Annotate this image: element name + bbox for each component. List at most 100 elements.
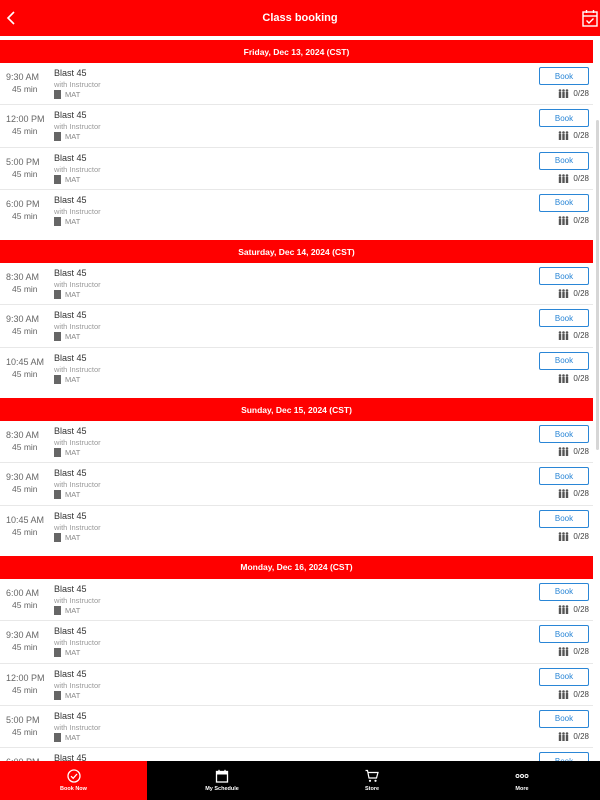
app-header: Class booking bbox=[0, 0, 600, 36]
class-instructor: with Instructor bbox=[54, 322, 101, 332]
capacity-icon bbox=[559, 289, 569, 299]
scrollbar[interactable] bbox=[595, 36, 599, 761]
day-group: Friday, Dec 13, 2024 (CST) 9:30 AM 45 min B… bbox=[0, 40, 600, 232]
room-label: MAT bbox=[65, 490, 81, 500]
class-row[interactable]: 9:30 AM 45 min Blast 45 with Instructor MAT B… bbox=[0, 63, 593, 106]
door-icon bbox=[54, 174, 61, 184]
room-label: MAT bbox=[65, 448, 81, 458]
nav-item-my-schedule[interactable]: My Schedule bbox=[147, 761, 297, 800]
book-button[interactable]: Book bbox=[539, 267, 589, 286]
door-icon bbox=[54, 732, 61, 742]
room-label: MAT bbox=[65, 732, 81, 742]
schedule-list[interactable]: Friday, Dec 13, 2024 (CST) 9:30 AM 45 min B… bbox=[0, 36, 600, 761]
book-button[interactable]: Book bbox=[539, 667, 589, 686]
class-row[interactable]: 8:30 AM 45 min Blast 45 with Instructor MAT B… bbox=[0, 263, 593, 306]
class-duration: 45 min bbox=[12, 526, 38, 537]
class-row[interactable]: 10:45 AM 45 min Blast 45 with Instructor MAT… bbox=[0, 348, 593, 390]
class-row[interactable]: 9:30 AM 45 min Blast 45 with Instructor MAT B… bbox=[0, 463, 593, 506]
book-button[interactable]: Book bbox=[539, 509, 589, 528]
capacity-count: 0/28 bbox=[573, 289, 589, 299]
capacity-count: 0/28 bbox=[573, 89, 589, 98]
class-row[interactable]: 6:00 AM 45 min Blast 45 with Instructor MAT B… bbox=[0, 579, 593, 622]
capacity-icon bbox=[559, 447, 569, 457]
capacity-count: 0/28 bbox=[573, 604, 589, 614]
book-button[interactable]: Book bbox=[539, 709, 589, 728]
capacity-icon bbox=[559, 647, 569, 657]
chevron-left-icon[interactable] bbox=[4, 8, 20, 28]
capacity-icon bbox=[559, 489, 569, 499]
capacity-icon bbox=[559, 531, 569, 541]
class-time: 9:30 AM bbox=[6, 472, 40, 483]
class-row[interactable]: 12:00 PM 45 min Blast 45 with Instructor MAT… bbox=[0, 105, 593, 148]
capacity-icon bbox=[559, 732, 569, 741]
door-icon bbox=[54, 532, 61, 542]
capacity-icon bbox=[559, 216, 569, 225]
capacity-count: 0/28 bbox=[573, 215, 589, 225]
nav-item-store[interactable]: Store bbox=[297, 761, 447, 800]
capacity: 0/28 bbox=[558, 216, 589, 225]
book-button[interactable]: Book bbox=[539, 752, 589, 761]
class-duration: 45 min bbox=[12, 442, 38, 453]
book-button[interactable]: Book bbox=[539, 582, 589, 601]
book-button[interactable]: Book bbox=[539, 351, 589, 370]
class-row[interactable]: 6:00 PM45 minBlast 45with InstructorMATB… bbox=[0, 748, 593, 761]
class-instructor: with Instructor bbox=[54, 722, 101, 732]
book-button[interactable]: Book bbox=[539, 67, 589, 85]
class-name: Blast 45 bbox=[54, 626, 87, 637]
day-header: Saturday, Dec 14, 2024 (CST) bbox=[0, 240, 593, 264]
book-button[interactable]: Book bbox=[539, 425, 589, 444]
door-icon bbox=[54, 648, 61, 658]
class-instructor: with Instructor bbox=[54, 438, 101, 448]
class-time: 9:30 AM bbox=[6, 314, 40, 325]
capacity-icon bbox=[559, 173, 569, 183]
class-row[interactable]: 12:00 PM 45 min Blast 45 with Instructor MAT… bbox=[0, 664, 593, 706]
book-button[interactable]: Book bbox=[539, 467, 589, 486]
class-name: Blast 45 bbox=[54, 583, 87, 594]
capacity-count: 0/28 bbox=[573, 647, 589, 657]
class-name: Blast 45 bbox=[54, 310, 87, 321]
nav-item-book-now[interactable]: Book Now bbox=[0, 761, 147, 800]
room-label: MAT bbox=[65, 290, 81, 300]
book-button[interactable]: Book bbox=[539, 309, 589, 328]
class-row[interactable]: 6:00 PM45 minBlast 45with InstructorMATB… bbox=[0, 190, 593, 232]
class-row[interactable]: 5:00 PM 45 min Blast 45 with Instructor MAT B… bbox=[0, 148, 593, 190]
bottom-nav: Book Now My Schedule Store More bbox=[0, 761, 600, 800]
capacity-count: 0/28 bbox=[573, 373, 589, 383]
capacity: 0/28 bbox=[558, 89, 589, 98]
room-label: MAT bbox=[65, 174, 81, 184]
book-button[interactable]: Book bbox=[539, 109, 589, 128]
class-row[interactable]: 8:30 AM 45 min Blast 45 with Instructor MAT B… bbox=[0, 421, 593, 464]
class-instructor: with Instructor bbox=[54, 280, 101, 290]
class-time: 12:00 PM bbox=[6, 672, 45, 683]
day-group: Sunday, Dec 15, 2024 (CST) 8:30 AM 45 min B… bbox=[0, 398, 600, 548]
capacity-icon bbox=[559, 689, 569, 699]
class-duration: 45 min bbox=[12, 726, 38, 737]
nav-item-more[interactable]: More bbox=[447, 761, 597, 800]
door-icon bbox=[54, 216, 61, 226]
room-label: MAT bbox=[65, 690, 81, 700]
class-duration: 45 min bbox=[12, 484, 38, 495]
class-row[interactable]: 10:45 AM 45 min Blast 45 with Instructor MAT… bbox=[0, 506, 593, 548]
capacity: 0/28 bbox=[558, 447, 589, 457]
class-name: Blast 45 bbox=[54, 110, 87, 121]
book-button[interactable]: Book bbox=[539, 151, 589, 170]
book-button[interactable]: Book bbox=[539, 193, 589, 212]
class-room: MAT bbox=[54, 374, 80, 384]
room-label: MAT bbox=[65, 532, 81, 542]
class-row[interactable]: 9:30 AM 45 min Blast 45 with Instructor MAT B… bbox=[0, 621, 593, 664]
more-dots-icon bbox=[515, 769, 529, 783]
class-room: MAT bbox=[54, 174, 81, 184]
class-row[interactable]: 5:00 PM 45 min Blast 45 with Instructor MAT B… bbox=[0, 706, 593, 749]
day-group: Monday, Dec 16, 2024 (CST) 6:00 AM 45 min B… bbox=[0, 555, 600, 761]
book-button[interactable]: Book bbox=[539, 625, 589, 644]
capacity-count: 0/28 bbox=[573, 531, 589, 541]
class-duration: 45 min bbox=[12, 84, 38, 94]
class-name: Blast 45 bbox=[54, 710, 87, 721]
day-group: Saturday, Dec 14, 2024 (CST) 8:30 AM 45 mi… bbox=[0, 240, 600, 390]
scrollbar-thumb[interactable] bbox=[596, 120, 599, 450]
class-instructor: with Instructor bbox=[54, 522, 101, 532]
class-row[interactable]: 9:30 AM 45 min Blast 45 with Instructor MAT B… bbox=[0, 305, 593, 348]
class-name: Blast 45 bbox=[54, 352, 87, 363]
capacity-icon bbox=[559, 605, 569, 614]
calendar-check-icon[interactable] bbox=[582, 9, 598, 27]
